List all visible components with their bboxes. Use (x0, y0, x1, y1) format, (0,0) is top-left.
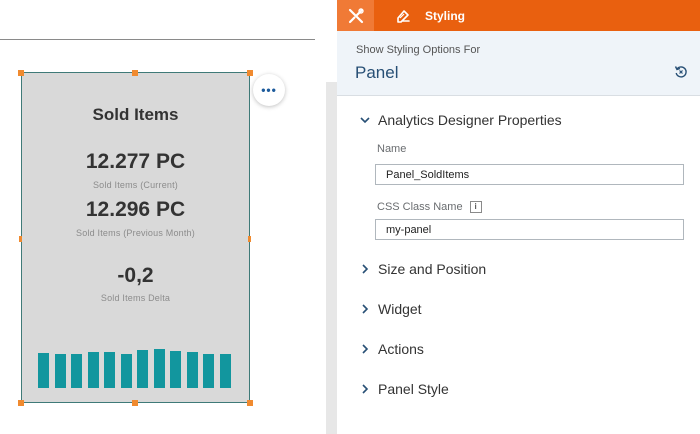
canvas-divider (0, 39, 315, 40)
bar-12 (219, 354, 231, 388)
info-icon[interactable]: i (469, 201, 482, 213)
bar-11 (203, 354, 214, 388)
bar-4 (87, 352, 99, 388)
section-label: Size and Position (378, 261, 487, 277)
more-dots-icon: ••• (261, 83, 277, 97)
more-options-button[interactable]: ••• (253, 74, 285, 106)
current-caption: Sold Items (Current) (92, 180, 179, 190)
resize-handle-left[interactable] (19, 236, 22, 242)
widget-title: Sold Items (92, 105, 179, 124)
bar-7 (137, 350, 148, 388)
bar-6 (120, 354, 132, 388)
designer-tools-icon (348, 7, 364, 23)
section-widget[interactable]: Widget (359, 298, 422, 320)
css-class-label: CSS Class Name (377, 201, 463, 213)
resize-handle-top-right[interactable] (247, 70, 253, 76)
chevron-right-icon (362, 384, 369, 394)
panel-header: Show Styling Options For Panel (337, 31, 700, 96)
styling-options-label: Show Styling Options For (356, 44, 481, 56)
tab-styling-label: Styling (425, 8, 466, 23)
resize-handle-right[interactable] (248, 236, 251, 242)
section-label: Panel Style (378, 381, 449, 397)
panel-widget[interactable]: Sold Items 12.277 PC Sold Items (Current… (21, 72, 250, 403)
canvas-scroll-strip (326, 82, 337, 434)
tab-designer[interactable] (337, 0, 374, 31)
section-label: Analytics Designer Properties (378, 112, 562, 128)
bar-10 (186, 352, 198, 388)
section-label: Widget (378, 301, 422, 317)
section-actions[interactable]: Actions (359, 338, 424, 360)
story-canvas: Sold Items 12.277 PC Sold Items (Current… (0, 0, 337, 434)
section-panel-style[interactable]: Panel Style (359, 378, 449, 400)
name-input[interactable] (375, 164, 684, 185)
bar-chart (38, 343, 238, 388)
chevron-down-icon (360, 117, 370, 124)
section-size-and-position[interactable]: Size and Position (359, 258, 486, 280)
previous-value: 12.296 PC (85, 198, 186, 221)
css-class-input[interactable] (375, 219, 684, 240)
selected-widget-type: Panel (355, 63, 399, 82)
resize-handle-bottom-left[interactable] (18, 400, 24, 406)
bar-2 (54, 354, 66, 388)
resize-handle-top-left[interactable] (18, 70, 24, 76)
previous-caption: Sold Items (Previous Month) (76, 228, 195, 238)
delta-value: -0,2 (117, 264, 154, 287)
bar-9 (170, 351, 181, 388)
chevron-right-icon (362, 304, 369, 314)
resize-handle-bottom-right[interactable] (247, 400, 253, 406)
name-label: Name (377, 143, 407, 155)
bar-8 (153, 349, 165, 388)
resize-handle-bottom[interactable] (132, 400, 138, 406)
bar-3 (71, 354, 82, 388)
css-class-label-row: CSS Class Name i (377, 201, 482, 213)
bar-5 (104, 352, 115, 388)
styling-panel: Styling Show Styling Options For Panel A… (337, 0, 700, 434)
chevron-right-icon (362, 344, 369, 354)
chevron-right-icon (362, 264, 369, 274)
current-value: 12.277 PC (85, 150, 186, 173)
reset-icon[interactable] (674, 65, 688, 79)
tab-styling[interactable]: Styling (395, 0, 465, 31)
bar-1 (38, 353, 49, 388)
resize-handle-top[interactable] (132, 70, 138, 76)
paint-brush-icon (397, 9, 410, 23)
section-label: Actions (378, 341, 424, 357)
panel-tab-bar: Styling (337, 0, 700, 31)
section-analytics-designer-properties[interactable]: Analytics Designer Properties (359, 109, 562, 131)
delta-caption: Sold Items Delta (100, 293, 171, 303)
